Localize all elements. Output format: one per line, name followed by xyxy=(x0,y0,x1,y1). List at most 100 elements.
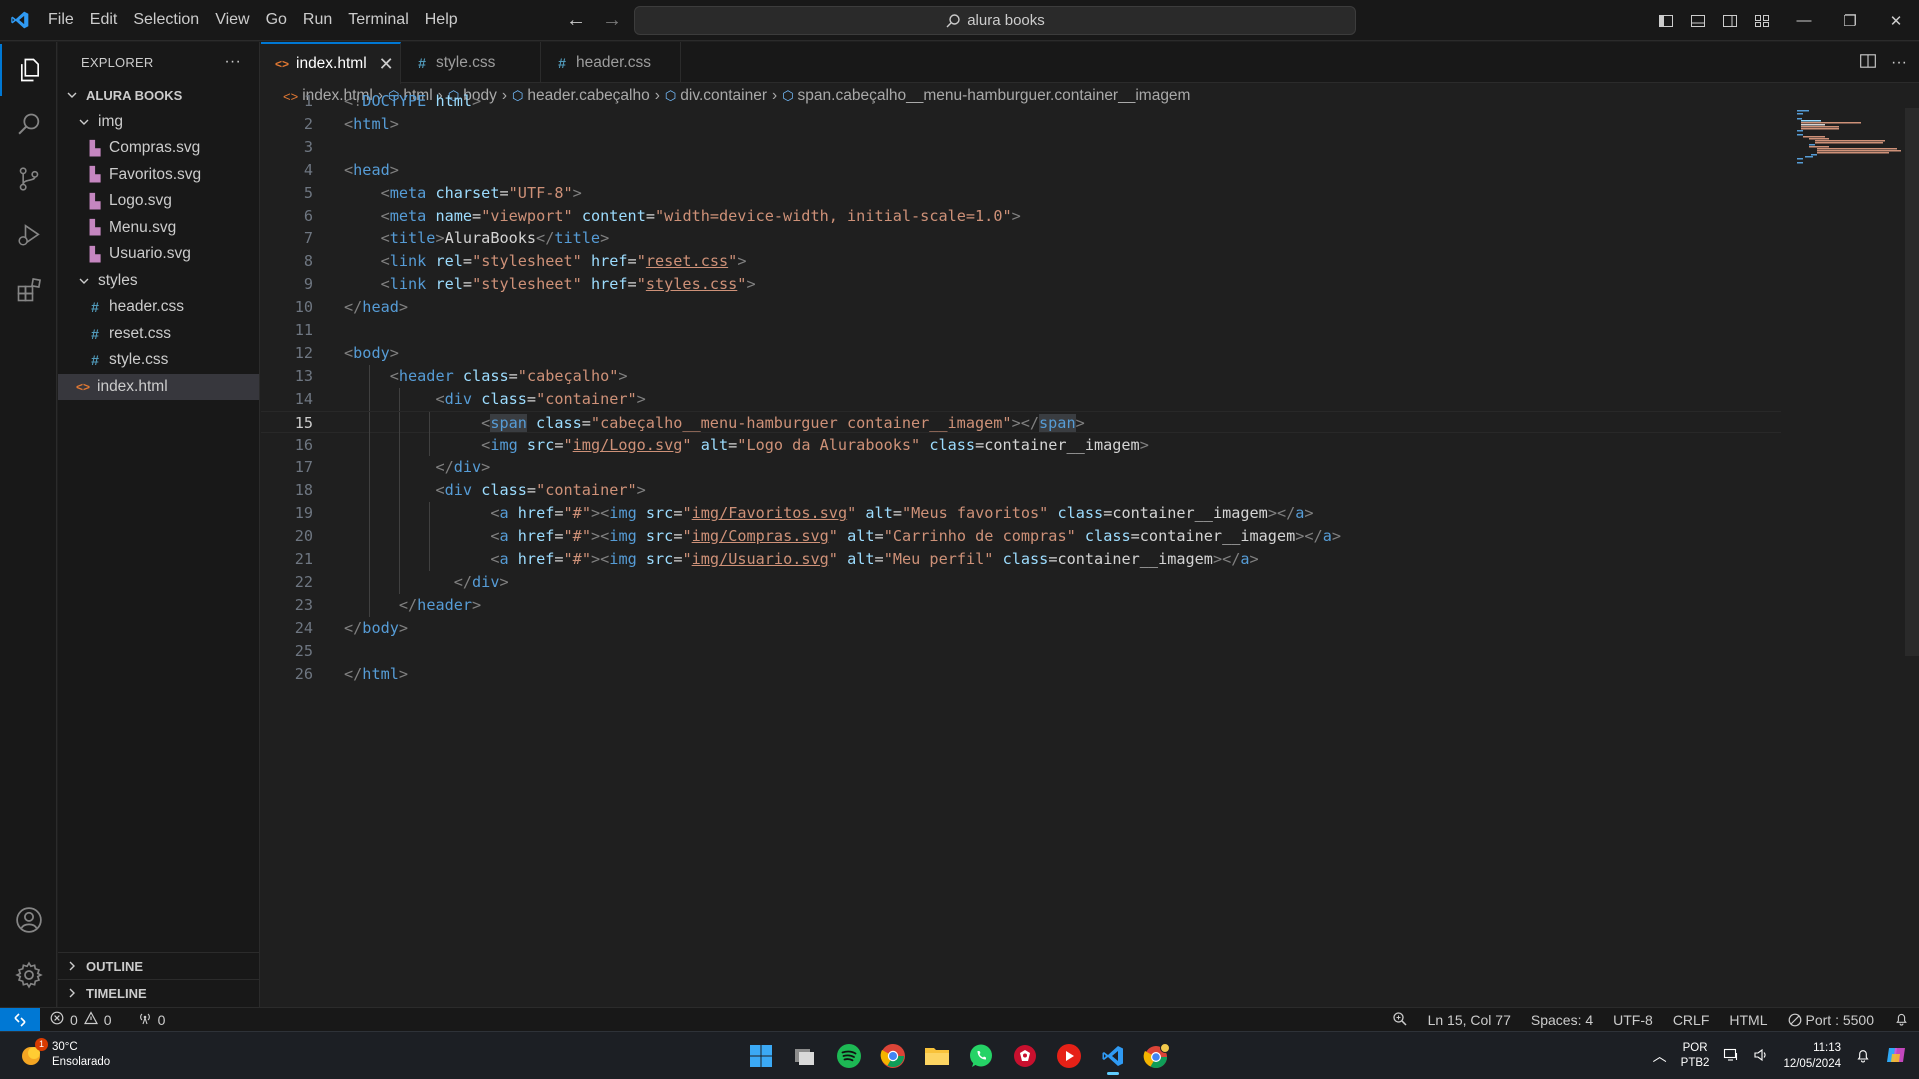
project-root-folder[interactable]: ALURA BOOKS xyxy=(58,82,259,109)
extensions-icon[interactable] xyxy=(0,264,57,316)
toggle-secondary-sidebar-icon[interactable] xyxy=(1719,10,1741,32)
search-view-icon[interactable] xyxy=(0,99,57,151)
tab-index-html[interactable]: <> index.html ✕ xyxy=(261,42,401,84)
code-line[interactable]: 26 </html> xyxy=(261,663,1781,686)
menu-run[interactable]: Run xyxy=(295,0,340,40)
more-actions-icon[interactable]: ··· xyxy=(1891,54,1907,72)
go-back-icon[interactable]: ← xyxy=(565,8,587,32)
restore-icon[interactable]: ❐ xyxy=(1827,0,1873,41)
command-center-search[interactable]: alura books xyxy=(634,6,1356,35)
chrome-profile-icon[interactable] xyxy=(1141,1036,1173,1076)
code-editor[interactable]: 1 <!DOCTYPE html> 2 <html> 3 4 <head> 5 <meta c… xyxy=(261,92,1919,1007)
code-line[interactable]: 18 <div class="container"> xyxy=(261,479,1781,503)
timeline-section[interactable]: TIMELINE xyxy=(58,979,260,1007)
menu-help[interactable]: Help xyxy=(417,0,466,40)
vertical-scrollbar[interactable] xyxy=(1905,108,1919,656)
file-item-selected[interactable]: <> index.html xyxy=(58,373,259,400)
tab-header-css[interactable]: # header.css xyxy=(541,42,681,83)
code-line[interactable]: 1 <!DOCTYPE html> xyxy=(261,90,1781,113)
code-line[interactable]: 17 </div> xyxy=(261,456,1781,480)
code-line[interactable]: 3 xyxy=(261,136,1781,159)
code-line[interactable]: 20 <a href="#"><img src="img/Compras.svg… xyxy=(261,525,1781,548)
code-line[interactable]: 12 <body> xyxy=(261,342,1781,365)
windows-start-icon[interactable] xyxy=(745,1036,777,1076)
cursor-position[interactable]: Ln 15, Col 77 xyxy=(1428,1012,1511,1028)
file-item[interactable]: # style.css xyxy=(58,347,259,374)
remote-indicator-icon[interactable] xyxy=(0,1007,40,1032)
code-line[interactable]: 16 <img src="img/Logo.svg" alt="Logo da … xyxy=(261,433,1781,457)
file-item[interactable]: ▙ Compras.svg xyxy=(58,135,259,162)
code-line[interactable]: 6 <meta name="viewport" content="width=d… xyxy=(261,205,1781,228)
notification-bell-icon[interactable] xyxy=(1855,1047,1871,1066)
code-line[interactable]: 9 <link rel="stylesheet" href="styles.cs… xyxy=(261,273,1781,296)
folder-img[interactable]: img xyxy=(58,109,259,136)
indentation[interactable]: Spaces: 4 xyxy=(1531,1012,1593,1028)
weather-widget[interactable]: 1 30°C Ensolarado xyxy=(18,1038,110,1070)
code-line[interactable]: 21 <a href="#"><img src="img/Usuario.svg… xyxy=(261,548,1781,571)
zoom-icon[interactable] xyxy=(1392,1011,1408,1030)
explorer-icon[interactable] xyxy=(0,44,57,96)
file-item[interactable]: # reset.css xyxy=(58,321,259,348)
code-line[interactable]: 4 <head> xyxy=(261,159,1781,182)
code-line[interactable]: 14 <div class="container"> xyxy=(261,387,1781,411)
menu-go[interactable]: Go xyxy=(258,0,295,40)
code-line[interactable]: 10 </head> xyxy=(261,296,1781,319)
file-encoding[interactable]: UTF-8 xyxy=(1613,1012,1653,1028)
split-editor-icon[interactable] xyxy=(1859,52,1877,73)
language-mode[interactable]: HTML xyxy=(1729,1012,1767,1028)
folder-styles[interactable]: styles xyxy=(58,268,259,295)
antivirus-app-icon[interactable] xyxy=(1009,1036,1041,1076)
go-forward-icon[interactable]: → xyxy=(601,8,623,32)
menu-file[interactable]: File xyxy=(40,0,82,40)
code-line[interactable]: 2 <html> xyxy=(261,113,1781,136)
input-language[interactable]: POR PTB2 xyxy=(1681,1041,1710,1071)
file-item[interactable]: ▙ Menu.svg xyxy=(58,215,259,242)
explorer-more-actions-icon[interactable]: ··· xyxy=(224,53,241,71)
code-line[interactable]: 7 <title>AluraBooks</title> xyxy=(261,227,1781,250)
close-window-icon[interactable]: ✕ xyxy=(1873,0,1919,41)
toggle-panel-icon[interactable] xyxy=(1687,10,1709,32)
code-line[interactable]: 22 </div> xyxy=(261,570,1781,594)
file-item[interactable]: ▙ Usuario.svg xyxy=(58,241,259,268)
accounts-icon[interactable] xyxy=(0,894,57,946)
outline-section[interactable]: OUTLINE xyxy=(58,952,260,980)
manage-gear-icon[interactable] xyxy=(0,949,57,1001)
toggle-primary-sidebar-icon[interactable] xyxy=(1655,10,1677,32)
run-debug-icon[interactable] xyxy=(0,209,57,261)
clock[interactable]: 11:13 12/05/2024 xyxy=(1783,1040,1841,1072)
whatsapp-icon[interactable] xyxy=(965,1036,997,1076)
menu-edit[interactable]: Edit xyxy=(82,0,126,40)
code-line[interactable]: 11 xyxy=(261,319,1781,342)
chrome-icon[interactable] xyxy=(877,1036,909,1076)
menu-view[interactable]: View xyxy=(207,0,257,40)
notifications-bell-icon[interactable] xyxy=(1894,1011,1909,1029)
code-line[interactable]: 5 <meta charset="UTF-8"> xyxy=(261,182,1781,205)
live-server-port[interactable]: Port : 5500 xyxy=(1788,1012,1874,1028)
task-view-icon[interactable] xyxy=(789,1036,821,1076)
problems-indicator[interactable]: 0 0 0 xyxy=(50,1011,165,1028)
minimap[interactable] xyxy=(1795,108,1905,168)
code-line[interactable]: 8 <link rel="stylesheet" href="reset.css… xyxy=(261,250,1781,273)
spotify-icon[interactable] xyxy=(833,1036,865,1076)
code-line[interactable]: 24 </body> xyxy=(261,617,1781,640)
menu-terminal[interactable]: Terminal xyxy=(340,0,416,40)
code-line[interactable]: 25 xyxy=(261,640,1781,663)
code-line[interactable]: 13 <header class="cabeçalho"> xyxy=(261,364,1781,388)
end-of-line[interactable]: CRLF xyxy=(1673,1012,1710,1028)
menu-selection[interactable]: Selection xyxy=(125,0,207,40)
code-line[interactable]: 15 <span class="cabeçalho__menu-hamburgu… xyxy=(261,410,1781,435)
file-item[interactable]: # header.css xyxy=(58,294,259,321)
file-explorer-icon[interactable] xyxy=(921,1036,953,1076)
code-line[interactable]: 19 <a href="#"><img src="img/Favoritos.s… xyxy=(261,502,1781,526)
customize-layout-icon[interactable] xyxy=(1751,10,1773,32)
source-control-icon[interactable] xyxy=(0,153,57,205)
chevron-up-icon[interactable]: ︿ xyxy=(1653,1046,1667,1066)
file-item[interactable]: ▙ Logo.svg xyxy=(58,188,259,215)
vscode-taskbar-icon[interactable] xyxy=(1097,1036,1129,1076)
youtube-icon[interactable] xyxy=(1053,1036,1085,1076)
tab-style-css[interactable]: # style.css xyxy=(401,42,541,83)
code-line[interactable]: 23 </header> xyxy=(261,593,1781,617)
copilot-icon[interactable] xyxy=(1885,1044,1907,1069)
network-icon[interactable] xyxy=(1723,1047,1739,1066)
file-item[interactable]: ▙ Favoritos.svg xyxy=(58,162,259,189)
